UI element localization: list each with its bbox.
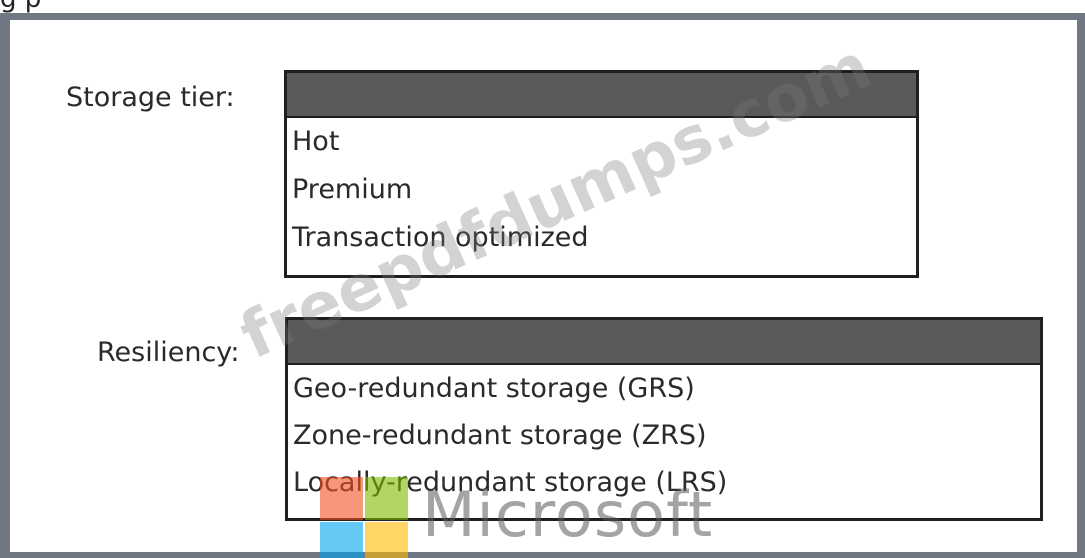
resiliency-selected-value[interactable] <box>288 320 1040 365</box>
top-cut-strip: g p <box>0 0 1085 13</box>
resiliency-option-grs[interactable]: Geo-redundant storage (GRS) <box>288 365 1040 412</box>
resiliency-dropdown[interactable]: Geo-redundant storage (GRS) Zone-redunda… <box>285 317 1043 521</box>
storage-tier-dropdown[interactable]: Hot Premium Transaction optimized <box>284 70 919 278</box>
resiliency-option-zrs[interactable]: Zone-redundant storage (ZRS) <box>288 412 1040 459</box>
storage-tier-option-premium[interactable]: Premium <box>287 166 916 214</box>
storage-tier-option-transaction-optimized[interactable]: Transaction optimized <box>287 214 916 262</box>
storage-tier-option-hot[interactable]: Hot <box>287 118 916 166</box>
window-frame: Storage tier: Hot Premium Transaction op… <box>0 13 1085 558</box>
resiliency-option-lrs[interactable]: Locally-redundant storage (LRS) <box>288 459 1040 506</box>
storage-tier-label: Storage tier: <box>66 82 235 113</box>
page: g p Storage tier: Hot Premium Transactio… <box>0 0 1085 558</box>
resiliency-label: Resiliency: <box>97 337 240 368</box>
storage-tier-selected-value[interactable] <box>287 73 916 118</box>
cut-off-heading: g p <box>0 0 41 13</box>
answer-panel: Storage tier: Hot Premium Transaction op… <box>10 20 1077 552</box>
